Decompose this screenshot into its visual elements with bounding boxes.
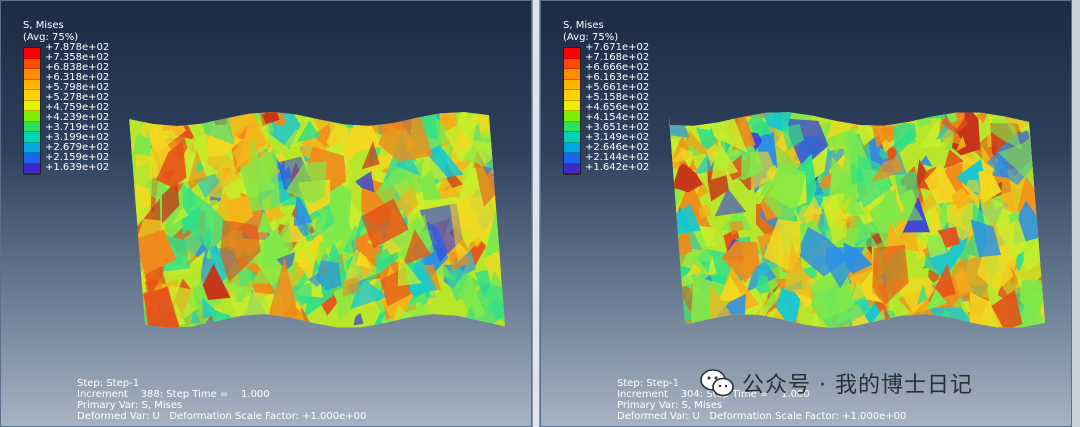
stress-grain — [1030, 130, 1045, 153]
legend-color-cell — [24, 153, 40, 164]
stress-grain — [390, 112, 399, 122]
legend-title: S, Mises — [563, 20, 604, 31]
legend-color-cell — [564, 58, 580, 69]
legend-color-cell — [24, 58, 40, 69]
stress-grain — [1033, 115, 1045, 158]
legend-color-cell — [564, 163, 580, 174]
wechat-icon — [700, 368, 734, 398]
watermark-text: 公众号 · 我的博士日记 — [742, 373, 973, 398]
legend-color-cell — [24, 69, 40, 80]
stress-grain — [669, 195, 677, 218]
stress-grain — [1033, 112, 1045, 148]
stress-grain — [1019, 112, 1033, 122]
stress-grain — [355, 112, 374, 119]
legend-color-cell — [24, 132, 40, 143]
legend-color-cell — [24, 142, 40, 153]
step-label: Step: Step-1 — [77, 378, 140, 389]
stress-grain — [1040, 167, 1045, 189]
stress-grain — [897, 322, 908, 328]
legend-color-cell — [564, 69, 580, 80]
viewport-divider — [532, 0, 540, 427]
legend-color-cell — [564, 132, 580, 143]
stress-grain — [879, 112, 891, 124]
legend-color-cell — [24, 163, 40, 174]
stress-grain — [129, 209, 136, 221]
viewport-right[interactable]: S, Mises (Avg: 75%) +7.671e+02 +7.168e+0… — [540, 0, 1072, 427]
legend-color-bar — [23, 47, 41, 175]
stress-grain — [187, 112, 205, 125]
legend-color-cell — [564, 48, 580, 59]
legend-color-cell — [24, 100, 40, 111]
stress-grain — [928, 109, 936, 112]
stress-grain — [133, 136, 152, 157]
stress-grain — [129, 284, 139, 318]
viewport-left[interactable]: S, Mises (Avg: 75%) +7.878e+02 +7.358e+0… — [0, 0, 532, 427]
legend-color-cell — [24, 121, 40, 132]
stress-grain — [868, 112, 903, 127]
stress-grain — [129, 280, 141, 296]
stress-grain — [673, 232, 692, 255]
legend-color-bar — [563, 47, 581, 175]
stress-contour-plot[interactable] — [129, 109, 505, 329]
stress-grain — [129, 296, 143, 325]
stress-contour-plot[interactable] — [669, 109, 1045, 329]
legend-color-cell — [564, 153, 580, 164]
stress-grain — [904, 112, 938, 116]
legend-color-cell — [564, 79, 580, 90]
stress-grain — [669, 112, 691, 139]
deformed-var-label: Deformed Var: U Deformation Scale Factor… — [77, 411, 367, 422]
primary-var-label: Primary Var: S, Mises — [77, 400, 183, 411]
stress-grain — [206, 112, 218, 120]
stress-grain — [256, 312, 268, 328]
legend-color-cell — [24, 111, 40, 122]
stress-grain — [389, 112, 406, 123]
legend-color-cell — [24, 79, 40, 90]
deformed-var-label: Deformed Var: U Deformation Scale Factor… — [617, 411, 907, 422]
legend-color-cell — [564, 100, 580, 111]
legend-title: S, Mises — [23, 20, 64, 31]
stress-grain — [310, 112, 319, 120]
legend-color-cell — [24, 90, 40, 101]
step-info: Step: Step-1 Increment 388: Step Time = … — [77, 378, 366, 422]
legend-color-cell — [564, 121, 580, 132]
stress-grain — [669, 296, 676, 328]
increment-label: Increment 388: Step Time = 1.000 — [77, 389, 270, 400]
watermark: 公众号 · 我的博士日记 — [700, 364, 973, 402]
legend-color-cell — [564, 142, 580, 153]
legend-color-cell — [564, 111, 580, 122]
legend-color-cell — [564, 90, 580, 101]
stress-grain — [129, 288, 143, 328]
stress-grain — [699, 114, 713, 131]
stress-grain — [823, 112, 835, 117]
stress-grain — [1037, 112, 1045, 123]
legend-color-cell — [24, 48, 40, 59]
